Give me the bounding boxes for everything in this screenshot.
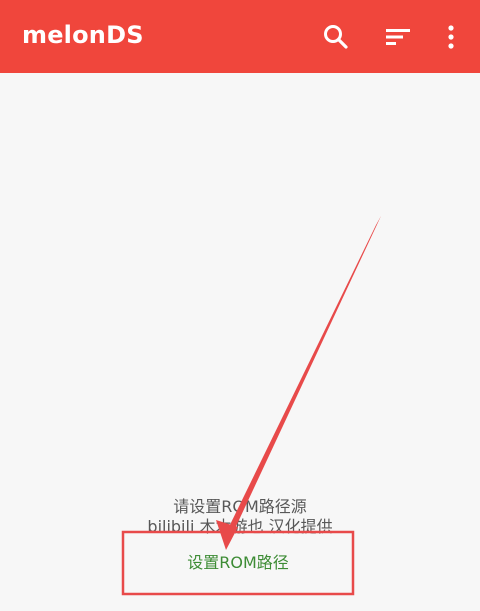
- more-vert-icon[interactable]: [436, 22, 466, 52]
- set-rom-path-button[interactable]: 设置ROM路径: [123, 532, 353, 594]
- app-title: melonDS: [22, 21, 144, 49]
- search-icon[interactable]: [321, 22, 351, 52]
- sort-icon[interactable]: [383, 22, 413, 52]
- app-bar: melonDS: [0, 0, 480, 73]
